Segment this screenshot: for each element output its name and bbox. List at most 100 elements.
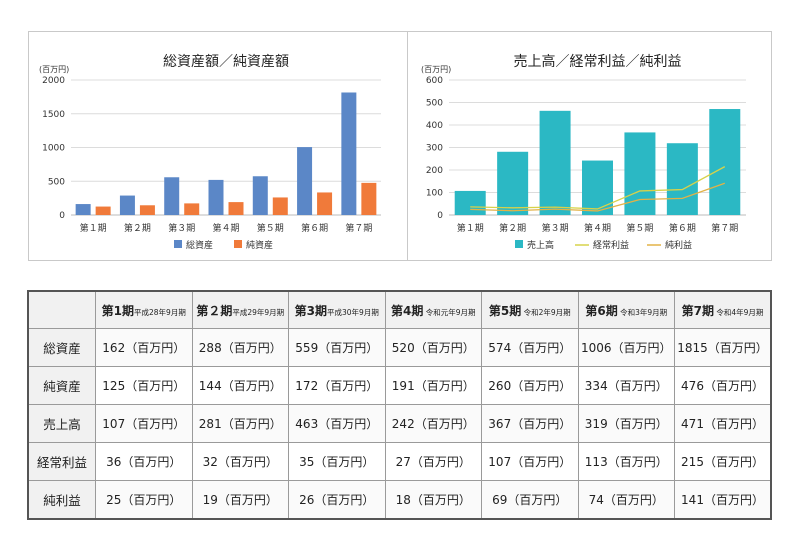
bar-secondary	[95, 206, 111, 215]
x-tick-label: 第７期	[711, 222, 738, 234]
column-header: 第7期 令和4年9月期	[674, 290, 772, 329]
x-tick-label: 第４期	[584, 222, 611, 234]
bar-primary	[539, 110, 571, 215]
period-label: 第3期	[294, 303, 328, 318]
assets-chart-panel: 総資産額／純資産額 (百万円) 0 500 1000 1500 2000 第１期 第２期 第３期 第…	[28, 31, 411, 261]
period-label: 第1期	[101, 303, 135, 318]
x-tick-label: 第５期	[257, 222, 284, 234]
table-row: 経常利益 36（百万円） 32（百万円） 35（百万円） 27（百万円） 107（百万円）…	[27, 442, 772, 481]
column-header: 第5期 令和2年9月期	[481, 290, 579, 329]
y-tick-label: 200	[426, 166, 443, 176]
era-label: 令和3年9月期	[617, 307, 668, 317]
table-cell: 1815（百万円）	[674, 328, 772, 367]
period-label: 第6期	[585, 303, 618, 318]
table-cell: 36（百万円）	[95, 442, 193, 481]
era-label: 平成30年9月期	[327, 307, 379, 317]
table-row: 総資産 162（百万円） 288（百万円） 559（百万円） 520（百万円） 574（百…	[27, 328, 772, 367]
table-cell: 191（百万円）	[384, 366, 482, 405]
bar-secondary	[361, 182, 377, 215]
x-tick-label: 第１期	[80, 222, 107, 234]
y-tick-label: 500	[426, 99, 443, 109]
bar-secondary	[228, 202, 244, 215]
table-cell: 32（百万円）	[191, 442, 289, 481]
bar-secondary	[317, 192, 333, 215]
x-tick-label: 第１期	[457, 222, 484, 234]
era-label: 令和元年9月期	[423, 307, 476, 317]
bar-primary	[582, 160, 613, 215]
table-cell: 35（百万円）	[288, 442, 386, 481]
row-label: 売上高	[27, 404, 96, 443]
table-cell: 27（百万円）	[384, 442, 482, 481]
table-cell: 260（百万円）	[481, 366, 579, 405]
legend-swatch	[174, 240, 182, 248]
table-cell: 559（百万円）	[288, 328, 386, 367]
table-cell: 520（百万円）	[384, 328, 482, 367]
bar-primary	[297, 147, 313, 215]
table-cell: 172（百万円）	[288, 366, 386, 405]
era-label: 平成28年9月期	[134, 307, 186, 317]
period-label: 第4期	[390, 303, 424, 318]
bar-primary	[454, 190, 486, 215]
period-label: 第5期	[488, 303, 522, 318]
financial-table: 第1期平成28年9月期 第２期平成29年9月期 第3期平成30年9月期 第4期 令和元…	[27, 290, 772, 520]
bar-primary	[666, 143, 698, 215]
y-tick-label: 1000	[42, 144, 65, 154]
table-cell: 281（百万円）	[191, 404, 289, 443]
row-label: 経常利益	[27, 442, 96, 481]
bar-primary	[164, 177, 180, 215]
period-label: 第7期	[681, 303, 714, 318]
table-cell: 26（百万円）	[288, 480, 386, 520]
y-tick-label: 2000	[42, 76, 65, 86]
column-header: 第4期 令和元年9月期	[384, 290, 482, 329]
table-row: 純利益 25（百万円） 19（百万円） 26（百万円） 18（百万円） 69（百万円） 74…	[27, 480, 772, 520]
era-label: 令和2年9月期	[521, 307, 571, 317]
bar-primary	[709, 109, 741, 215]
table-cell: 69（百万円）	[481, 480, 579, 520]
table-cell: 574（百万円）	[481, 328, 579, 367]
y-tick-label: 0	[59, 211, 65, 221]
column-header: 第1期平成28年9月期	[95, 290, 193, 329]
table-cell: 107（百万円）	[95, 404, 193, 443]
table-cell: 242（百万円）	[384, 404, 482, 443]
bar-primary	[252, 176, 268, 215]
sales-chart-panel: 売上高／経常利益／純利益 (百万円) 0 100 200 300 400 500 600 第１期 第…	[407, 31, 772, 261]
legend-swatch	[234, 240, 242, 248]
period-label: 第２期	[196, 303, 233, 318]
x-tick-label: 第２期	[499, 222, 526, 234]
table-header-row: 第1期平成28年9月期 第２期平成29年9月期 第3期平成30年9月期 第4期 令和元…	[27, 290, 772, 329]
table-cell: 334（百万円）	[577, 366, 675, 405]
table-row: 純資産 125（百万円） 144（百万円） 172（百万円） 191（百万円） 260（百…	[27, 366, 772, 405]
table-cell: 319（百万円）	[577, 404, 675, 443]
bar-primary	[75, 204, 91, 215]
table-cell: 476（百万円）	[674, 366, 772, 405]
bar-secondary	[139, 205, 155, 215]
assets-chart: 総資産額／純資産額 (百万円) 0 500 1000 1500 2000 第１期 第２期 第３期 第…	[39, 54, 381, 251]
table-cell: 463（百万円）	[288, 404, 386, 443]
table-cell: 19（百万円）	[191, 480, 289, 520]
table-cell: 288（百万円）	[191, 328, 289, 367]
x-tick-label: 第７期	[345, 222, 372, 234]
era-label: 平成29年9月期	[232, 307, 285, 317]
table-cell: 25（百万円）	[95, 480, 193, 520]
y-tick-label: 100	[426, 189, 443, 199]
x-tick-label: 第２期	[124, 222, 151, 234]
table-cell: 144（百万円）	[191, 366, 289, 405]
y-tick-label: 0	[437, 211, 443, 221]
table-row: 売上高 107（百万円） 281（百万円） 463（百万円） 242（百万円） 367（百…	[27, 404, 772, 443]
table-cell: 113（百万円）	[577, 442, 675, 481]
y-tick-label: 600	[426, 76, 443, 86]
x-tick-label: 第６期	[301, 222, 328, 234]
legend-label: 純利益	[665, 239, 692, 251]
y-tick-label: 500	[48, 177, 65, 187]
legend-swatch	[515, 240, 523, 248]
legend-label: 経常利益	[593, 239, 629, 251]
table-cell: 125（百万円）	[95, 366, 193, 405]
table-cell: 215（百万円）	[674, 442, 772, 481]
bar-primary	[341, 92, 357, 215]
row-label: 純利益	[27, 480, 96, 520]
y-tick-label: 1500	[42, 110, 65, 120]
y-tick-label: 400	[426, 121, 443, 131]
bar-primary	[119, 195, 135, 215]
bar-secondary	[272, 197, 288, 215]
table-cell: 74（百万円）	[577, 480, 675, 520]
